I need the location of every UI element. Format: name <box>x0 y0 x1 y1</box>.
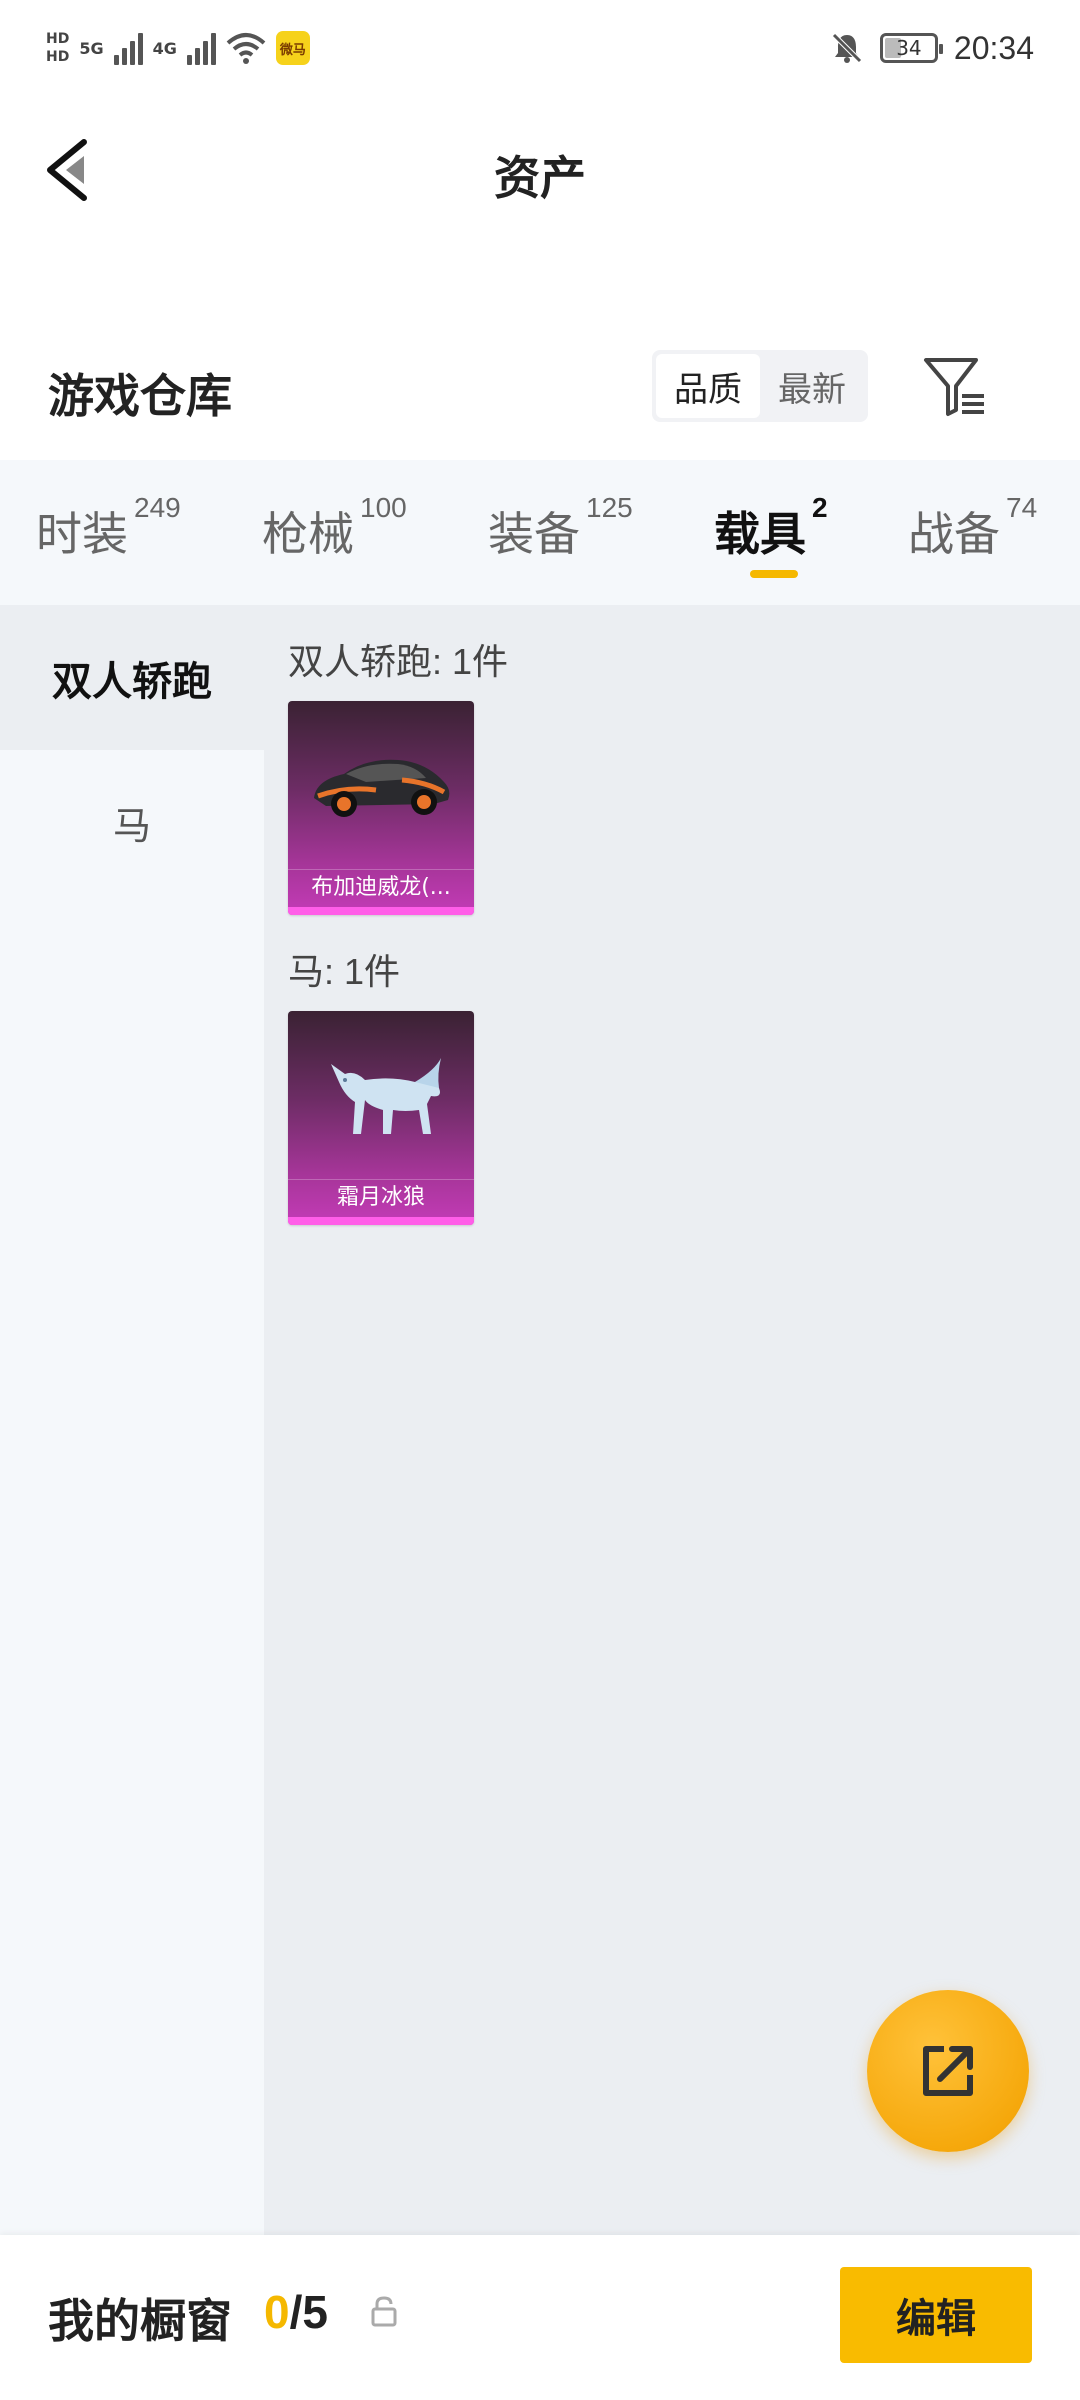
sort-toggle: 品质 最新 <box>652 350 868 422</box>
battery-percent: 34 <box>896 36 922 60</box>
tab-count: 2 <box>812 492 828 523</box>
ice-wolf-icon <box>288 1011 474 1179</box>
category-tabs: 时装249 枪械100 装备125 载具2 战备74 <box>0 460 1080 605</box>
group-title-horse: 马: 1件 <box>288 951 401 992</box>
rarity-strip <box>288 907 474 915</box>
tab-label: 时装 <box>36 508 128 560</box>
showcase-title: 我的橱窗 <box>48 2295 232 2347</box>
tab-label: 载具 <box>714 508 806 560</box>
showcase-separator: / <box>289 2286 303 2338</box>
sim2-label: HD <box>46 49 70 65</box>
category-sidebar: 双人轿跑 马 <box>0 605 264 2235</box>
tab-count: 74 <box>1006 492 1038 523</box>
share-button[interactable] <box>867 1990 1029 2152</box>
signal-icon <box>113 31 143 65</box>
item-name: 布加迪威龙(... <box>288 869 474 905</box>
bell-muted-icon <box>832 33 862 63</box>
tab-supplies[interactable]: 战备74 <box>908 492 1037 564</box>
active-tab-indicator <box>750 570 798 578</box>
item-name: 霜月冰狼 <box>288 1179 474 1215</box>
warehouse-title: 游戏仓库 <box>48 370 232 422</box>
battery-indicator: 34 <box>879 33 943 63</box>
tab-count: 125 <box>586 492 633 523</box>
network-5g-label: 5G <box>79 38 104 58</box>
tab-label: 战备 <box>908 508 1000 560</box>
item-card-bugatti[interactable]: 布加迪威龙(... <box>288 701 474 915</box>
sim-indicators: HD HD <box>46 30 69 66</box>
sort-quality-button[interactable]: 品质 <box>656 354 760 418</box>
tab-count: 249 <box>134 492 181 523</box>
rarity-strip <box>288 1217 474 1225</box>
signal-icon-2 <box>186 31 216 65</box>
share-external-icon <box>923 2046 973 2096</box>
tab-label: 装备 <box>488 508 580 560</box>
edit-button[interactable]: 编辑 <box>840 2267 1032 2363</box>
showcase-bar: 我的橱窗 0/5 编辑 <box>0 2235 1080 2400</box>
sidebar-item-horse[interactable]: 马 <box>0 750 264 895</box>
status-left: HD HD 5G 4G 微马 <box>46 24 310 72</box>
item-card-ice-wolf[interactable]: 霜月冰狼 <box>288 1011 474 1225</box>
status-right: 34 20:34 <box>830 24 1034 72</box>
tab-vehicles[interactable]: 载具2 <box>714 492 828 564</box>
tab-count: 100 <box>360 492 407 523</box>
sidebar-item-coupe[interactable]: 双人轿跑 <box>0 605 264 750</box>
tab-weapons[interactable]: 枪械100 <box>262 492 407 564</box>
wifi-icon <box>226 33 266 64</box>
sort-newest-button[interactable]: 最新 <box>760 354 864 418</box>
lock-icon <box>371 2296 397 2327</box>
warehouse-header: 游戏仓库 品质 最新 <box>0 340 1080 460</box>
app-header: 资产 <box>0 110 1080 230</box>
showcase-current: 0 <box>264 2286 290 2338</box>
tab-fashion[interactable]: 时装249 <box>36 492 181 564</box>
showcase-count: 0/5 <box>264 2285 328 2339</box>
filter-icon[interactable] <box>920 352 990 422</box>
group-title-coupe: 双人轿跑: 1件 <box>288 641 509 682</box>
page-title: 资产 <box>494 152 586 204</box>
tab-label: 枪械 <box>262 508 354 560</box>
showcase-max: 5 <box>302 2286 328 2338</box>
clock: 20:34 <box>953 29 1034 66</box>
status-bar: HD HD 5G 4G 微马 34 20:34 <box>0 0 1080 100</box>
tab-equipment[interactable]: 装备125 <box>488 492 633 564</box>
app-notification-icon: 微马 <box>275 31 310 65</box>
sim1-label: HD <box>46 31 70 47</box>
network-4g-label: 4G <box>152 38 177 58</box>
sports-car-icon <box>288 701 474 869</box>
